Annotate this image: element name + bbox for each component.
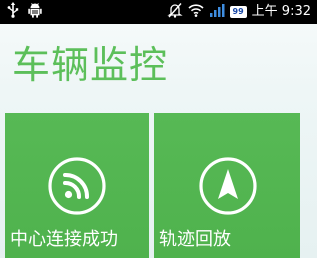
app-screen: 99 上午 9:32 车辆监控 中心连接成功 轨迹回放 xyxy=(0,0,317,258)
status-bar: 99 上午 9:32 xyxy=(0,0,317,24)
wifi-icon xyxy=(187,3,204,21)
page-title: 车辆监控 xyxy=(12,43,169,87)
silent-mode-icon xyxy=(166,2,183,22)
navigation-arrow-icon xyxy=(198,156,258,216)
track-playback-tile[interactable]: 轨迹回放 xyxy=(154,113,300,258)
status-notifications xyxy=(7,2,42,22)
center-connection-label: 中心连接成功 xyxy=(10,229,118,250)
usb-icon xyxy=(7,2,19,22)
battery-level: 99 xyxy=(232,7,244,16)
rss-feed-icon xyxy=(47,156,107,216)
center-connection-tile[interactable]: 中心连接成功 xyxy=(5,113,149,258)
android-debug-icon xyxy=(28,2,42,22)
status-system: 99 上午 9:32 xyxy=(166,2,311,22)
battery-icon: 99 xyxy=(229,6,247,18)
track-playback-label: 轨迹回放 xyxy=(159,229,231,250)
signal-icon xyxy=(209,3,225,21)
clock: 上午 9:32 xyxy=(251,4,311,19)
